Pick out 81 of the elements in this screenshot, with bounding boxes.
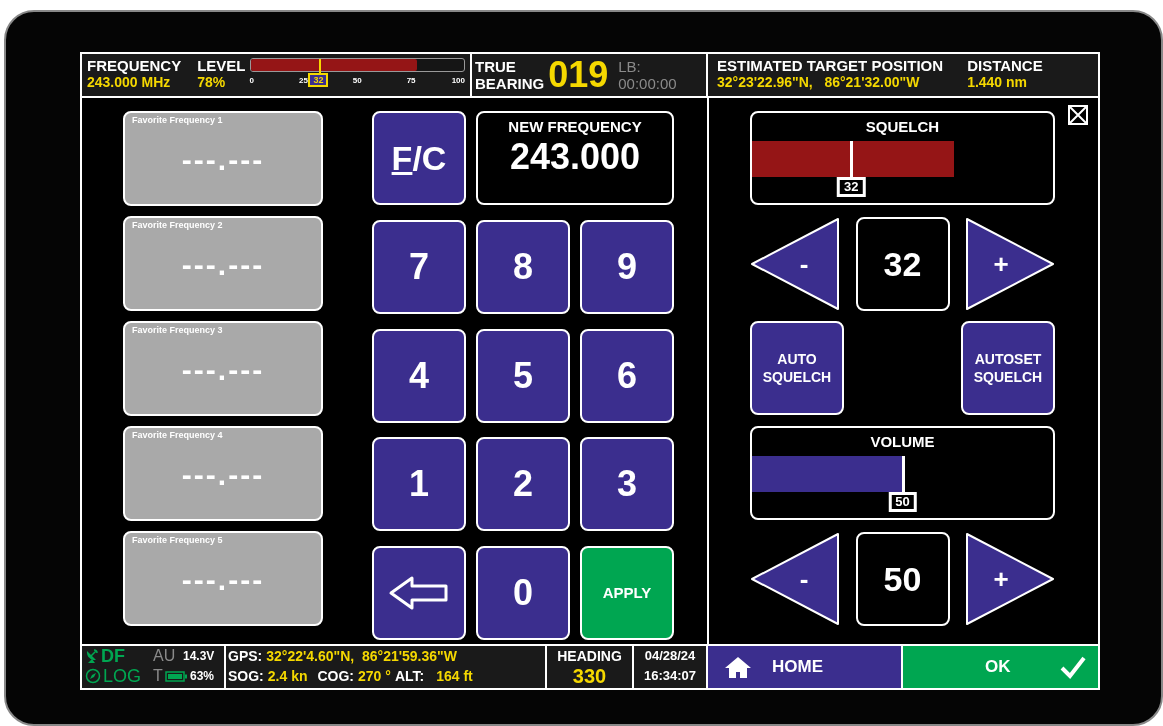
- satellite-dish-icon: [85, 648, 99, 664]
- home-icon: [724, 655, 752, 679]
- volume-label: VOLUME: [870, 432, 935, 452]
- new-frequency-value: 243.000: [509, 137, 641, 177]
- date-value: 04/28/24: [644, 647, 696, 665]
- gps-value: 32°22'4.60"N, 86°21'59.36"W: [266, 647, 457, 666]
- favorite-value: ---.---: [181, 144, 265, 176]
- favorite-label: Favorite Frequency 1: [132, 115, 224, 126]
- favorite-label: Favorite Frequency 4: [132, 430, 224, 441]
- alt-value: 164 ft: [436, 667, 473, 686]
- scale-tick-label: 75: [406, 75, 416, 87]
- squelch-label: SQUELCH: [865, 117, 940, 137]
- sog-label: SOG:: [228, 667, 264, 686]
- lb-label: LB:: [618, 58, 642, 75]
- favorite-value: ---.---: [181, 564, 265, 596]
- decrease-button[interactable]: -: [750, 532, 840, 626]
- gps-label: GPS:: [228, 647, 263, 666]
- digit-key[interactable]: 2: [476, 437, 570, 532]
- log-label: LOG: [103, 666, 142, 686]
- frequency-mode-button[interactable]: F/C: [372, 111, 466, 205]
- scale-tick-label: 25: [298, 75, 308, 87]
- heading-value: 330: [572, 666, 607, 686]
- compass-icon: [85, 668, 101, 684]
- favorite-label: Favorite Frequency 5: [132, 535, 224, 546]
- battery-value: 63%: [190, 668, 215, 685]
- home-button[interactable]: HOME: [708, 646, 903, 688]
- battery-icon: [165, 670, 188, 682]
- digit-key[interactable]: 9: [580, 219, 674, 314]
- distance-value: 1.440 nm: [967, 74, 1029, 91]
- sog-value: 2.4 kn: [267, 667, 308, 686]
- level-value: 78%: [197, 74, 227, 91]
- frequency-value: 243.000 MHz: [87, 74, 172, 91]
- favorite-label: Favorite Frequency 3: [132, 325, 224, 336]
- auto-squelch-button[interactable]: AUTOSET SQUELCH: [961, 321, 1055, 415]
- auto-squelch-button[interactable]: AUTO SQUELCH: [750, 321, 844, 415]
- digit-key[interactable]: 5: [476, 328, 570, 423]
- voltage-value: 14.3V: [183, 648, 215, 665]
- lb-time: 00:00:00: [618, 75, 677, 92]
- scale-tick-label: 50: [352, 75, 362, 87]
- target-position-value: 32°23'22.96"N, 86°21'32.00"W: [717, 74, 921, 91]
- cog-label: COG:: [317, 667, 355, 686]
- bearing-label: TRUE: [475, 58, 517, 75]
- digit-key[interactable]: 7: [372, 219, 466, 314]
- marker-value: 50: [888, 492, 917, 512]
- increase-button[interactable]: +: [965, 217, 1055, 311]
- scale-tick-label: 0: [249, 75, 254, 87]
- close-icon[interactable]: [1068, 105, 1088, 125]
- squelch-value: 32: [855, 217, 950, 311]
- digit-key[interactable]: 4: [372, 328, 466, 423]
- favorite-value: ---.---: [181, 459, 265, 491]
- cog-value: 270 °: [358, 667, 391, 686]
- level-label: LEVEL: [197, 57, 246, 74]
- distance-label: DISTANCE: [967, 57, 1043, 74]
- backspace-button[interactable]: [372, 546, 466, 641]
- t-label: T: [153, 666, 163, 686]
- digit-key[interactable]: 6: [580, 328, 674, 423]
- favorite-value: ---.---: [181, 354, 265, 386]
- favorite-value: ---.---: [181, 249, 265, 281]
- marker-value: 32: [837, 177, 866, 197]
- left-arrow-icon: [388, 575, 450, 612]
- bearing-label: BEARING: [475, 75, 545, 92]
- target-position-label: ESTIMATED TARGET POSITION: [717, 57, 944, 74]
- alt-label: ALT:: [394, 667, 425, 686]
- decrease-button[interactable]: -: [750, 217, 840, 311]
- frequency-label: FREQUENCY: [87, 57, 182, 74]
- time-value: 16:34:07: [643, 667, 696, 685]
- digit-key[interactable]: 3: [580, 437, 674, 532]
- au-label: AU: [153, 646, 177, 666]
- volume-value: 50: [855, 532, 950, 626]
- digit-key[interactable]: 1: [372, 437, 466, 532]
- increase-button[interactable]: +: [965, 532, 1055, 626]
- favorite-label: Favorite Frequency 2: [132, 220, 224, 231]
- df-label: DF: [101, 646, 126, 666]
- scale-tick-label: 100: [451, 75, 465, 87]
- heading-label: HEADING: [557, 647, 622, 666]
- new-frequency-label: NEW FREQUENCY: [508, 117, 642, 137]
- digit-key[interactable]: 0: [476, 546, 570, 641]
- checkmark-icon: [1060, 655, 1086, 679]
- bearing-value: 019: [548, 57, 609, 93]
- digit-key[interactable]: 8: [476, 219, 570, 314]
- level-marker-value: 32: [308, 73, 329, 87]
